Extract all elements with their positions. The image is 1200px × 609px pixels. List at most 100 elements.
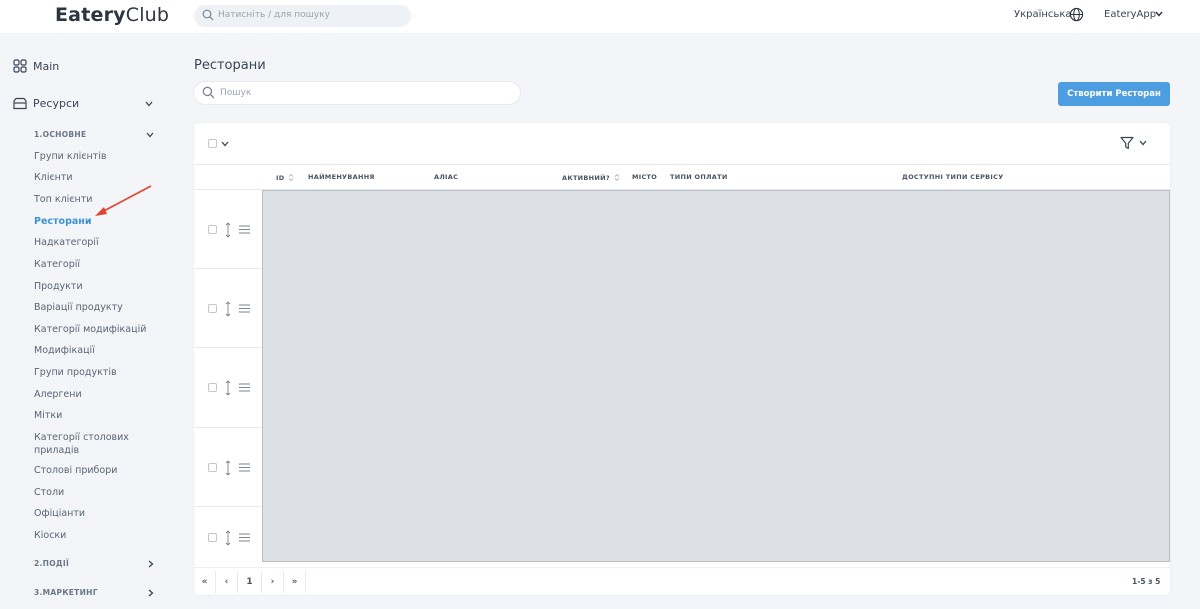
sidebar-item-cutlery[interactable]: Столові прибори — [34, 464, 154, 477]
sidebar-item-tags[interactable]: Мітки — [34, 409, 154, 422]
sidebar-item-cutlery-categories[interactable]: Категорії столових приладів — [34, 431, 154, 457]
filter-button[interactable] — [1120, 136, 1147, 150]
row-checkbox[interactable] — [208, 304, 217, 313]
drag-vertical-icon[interactable] — [225, 221, 231, 238]
column-label: АКТИВНИЙ? — [562, 173, 610, 182]
drag-vertical-icon[interactable] — [225, 529, 231, 546]
sidebar-group-label: 1.ОСНОВНЕ — [34, 130, 87, 139]
drag-vertical-icon[interactable] — [225, 459, 231, 476]
drag-vertical-icon[interactable] — [225, 300, 231, 317]
sort-icon[interactable] — [288, 173, 294, 182]
chevron-right-icon — [148, 589, 154, 596]
select-all-checkbox[interactable] — [208, 139, 217, 148]
column-header-name[interactable]: НАЙМЕНУВАННЯ — [308, 173, 375, 181]
next-page-button[interactable]: › — [262, 571, 284, 593]
chevron-down-icon — [146, 132, 154, 137]
column-header-alias[interactable]: АЛІАС — [434, 173, 458, 181]
menu-icon[interactable] — [239, 463, 250, 472]
sidebar-item-modifiers[interactable]: Модифікації — [34, 344, 154, 357]
top-bar: EateryClub Натисніть / для пошуку Україн… — [0, 0, 1200, 33]
pagination-range: 1-5 з 5 — [1132, 577, 1161, 586]
sidebar-group-label: 2.ПОДІЇ — [34, 559, 70, 568]
sidebar-group-label: 3.МАРКЕТИНГ — [34, 588, 98, 597]
last-page-button[interactable]: » — [284, 571, 306, 593]
table-row[interactable] — [194, 428, 262, 507]
language-selector[interactable]: Українська — [1014, 9, 1072, 20]
sidebar: Main Ресурси 1.ОСНОВНЕ Групи клієнтів Кл… — [0, 33, 175, 609]
menu-icon[interactable] — [239, 304, 250, 313]
menu-icon[interactable] — [239, 533, 250, 542]
column-header-id[interactable]: ID — [276, 173, 294, 182]
chevron-right-icon — [148, 560, 154, 567]
table-row[interactable] — [194, 348, 262, 427]
row-checkbox[interactable] — [208, 533, 217, 542]
column-header-active[interactable]: АКТИВНИЙ? — [562, 173, 620, 182]
search-icon — [202, 9, 214, 21]
divider — [194, 567, 1170, 568]
sidebar-item-supercategories[interactable]: Надкатегорії — [34, 236, 154, 249]
bulk-select[interactable] — [208, 139, 229, 148]
column-header-service-types[interactable]: ДОСТУПНІ ТИПИ СЕРВІСУ — [902, 173, 1004, 181]
column-label: НАЙМЕНУВАННЯ — [308, 173, 375, 181]
table-row[interactable] — [194, 269, 262, 348]
global-search-input[interactable]: Натисніть / для пошуку — [194, 5, 411, 27]
divider — [194, 164, 1170, 165]
sidebar-item-kiosks[interactable]: Кіоски — [34, 529, 154, 542]
sidebar-item-modifier-categories[interactable]: Категорії модифікацій — [34, 323, 154, 336]
filter-icon — [1120, 136, 1134, 150]
sidebar-item-label: Ресурси — [33, 97, 80, 110]
sidebar-item-customer-groups[interactable]: Групи клієнтів — [34, 150, 154, 163]
sidebar-group-basic[interactable]: 1.ОСНОВНЕ — [34, 130, 154, 139]
table-content-placeholder — [262, 190, 1170, 562]
sidebar-item-product-groups[interactable]: Групи продуктів — [34, 366, 154, 379]
table-row[interactable] — [194, 498, 262, 577]
sidebar-group-events[interactable]: 2.ПОДІЇ — [34, 559, 154, 568]
row-checkbox[interactable] — [208, 463, 217, 472]
chevron-down-icon[interactable] — [221, 141, 229, 147]
page-title: Ресторани — [194, 58, 266, 73]
row-checkbox[interactable] — [208, 383, 217, 392]
chevron-down-icon[interactable] — [1155, 11, 1163, 17]
user-menu[interactable]: EateryApp — [1104, 9, 1156, 20]
sort-icon[interactable] — [614, 173, 620, 182]
grid-icon — [13, 59, 27, 73]
folder-icon — [13, 97, 27, 110]
sidebar-item-categories[interactable]: Категорії — [34, 258, 154, 271]
column-label: АЛІАС — [434, 173, 459, 181]
sidebar-item-main[interactable]: Main — [13, 59, 59, 73]
table-row[interactable] — [194, 190, 262, 269]
sidebar-group-marketing[interactable]: 3.МАРКЕТИНГ — [34, 588, 154, 597]
search-input[interactable]: Пошук — [194, 82, 520, 104]
column-label: ДОСТУПНІ ТИПИ СЕРВІСУ — [902, 173, 1004, 181]
page-1-button[interactable]: 1 — [238, 571, 262, 593]
globe-icon[interactable] — [1069, 7, 1084, 22]
pagination: « ‹ 1 › » — [194, 571, 306, 593]
annotation-arrow-icon — [95, 185, 152, 216]
chevron-down-icon — [1139, 140, 1147, 146]
column-label: ТИПИ ОПЛАТИ — [670, 173, 728, 181]
first-page-button[interactable]: « — [194, 571, 216, 593]
drag-vertical-icon[interactable] — [225, 379, 231, 396]
search-placeholder: Пошук — [220, 88, 252, 98]
search-icon — [202, 86, 215, 99]
column-label: ID — [276, 173, 285, 182]
sidebar-item-resources[interactable]: Ресурси — [13, 97, 153, 110]
chevron-down-icon — [145, 101, 153, 106]
row-checkbox[interactable] — [208, 225, 217, 234]
sidebar-item-products[interactable]: Продукти — [34, 280, 154, 293]
menu-icon[interactable] — [239, 225, 250, 234]
menu-icon[interactable] — [239, 383, 250, 392]
column-header-payment-types[interactable]: ТИПИ ОПЛАТИ — [670, 173, 728, 181]
create-restaurant-button[interactable]: Створити Ресторан — [1058, 82, 1170, 106]
column-label: МІСТО — [632, 173, 658, 181]
restaurants-table: ID НАЙМЕНУВАННЯ АЛІАС АКТИВНИЙ? МІСТО ТИ… — [194, 123, 1170, 595]
column-header-city[interactable]: МІСТО — [632, 173, 657, 181]
logo[interactable]: EateryClub — [55, 4, 169, 26]
prev-page-button[interactable]: ‹ — [216, 571, 238, 593]
sidebar-item-waiters[interactable]: Офіціанти — [34, 507, 154, 520]
sidebar-item-product-variations[interactable]: Варіації продукту — [34, 301, 154, 314]
global-search-placeholder: Натисніть / для пошуку — [218, 10, 330, 20]
sidebar-item-label: Main — [33, 59, 60, 73]
sidebar-item-allergens[interactable]: Алергени — [34, 388, 154, 401]
sidebar-item-tables[interactable]: Столи — [34, 486, 154, 499]
